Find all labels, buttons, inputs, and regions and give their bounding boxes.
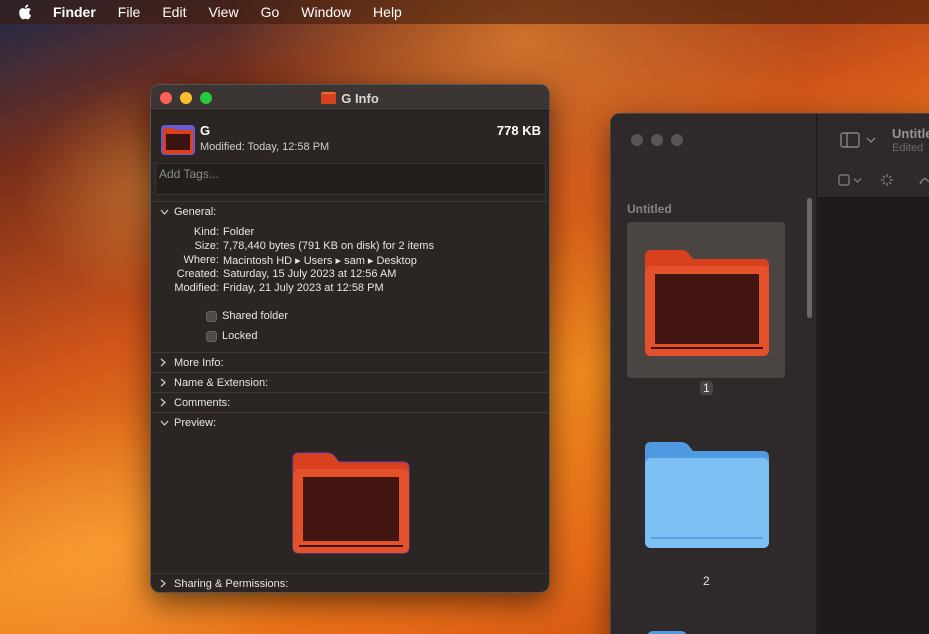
title-bar: G Info: [151, 85, 549, 111]
modified-summary: Modified: Today, 12:58 PM: [200, 141, 330, 153]
finder-sidebar: Untitled 1 2: [611, 114, 817, 634]
created-value: Saturday, 15 July 2023 at 12:56 AM: [223, 268, 397, 280]
kind-label: Kind:: [193, 226, 219, 238]
section-general[interactable]: General:: [151, 201, 549, 221]
locked-label: Locked: [222, 330, 258, 342]
document-canvas: [818, 198, 929, 634]
menu-bar: Finder File Edit View Go Window Help: [0, 0, 929, 24]
menu-window[interactable]: Window: [301, 4, 351, 20]
view-options-icon[interactable]: [838, 174, 850, 186]
folder-icon: [321, 92, 337, 104]
folder-icon: [161, 125, 195, 155]
page-label-2: 2: [703, 574, 710, 588]
finder-window-controls: [631, 134, 683, 146]
where-label: Where:: [183, 254, 219, 266]
chevron-right-icon: [160, 358, 170, 368]
page-label-1: 1: [700, 381, 713, 395]
where-value: Macintosh HD ▸ Users ▸ sam ▸ Desktop: [223, 255, 417, 267]
menu-help[interactable]: Help: [373, 4, 402, 20]
kind-value: Folder: [223, 226, 255, 238]
chevron-right-icon: [160, 398, 170, 408]
section-more-info-label: More Info:: [174, 356, 224, 369]
shared-folder-checkbox[interactable]: [206, 310, 217, 322]
size-label: Size:: [194, 240, 219, 252]
menu-edit[interactable]: Edit: [162, 4, 186, 20]
shared-folder-checkbox-row[interactable]: Shared folder: [206, 310, 288, 322]
chevron-down-icon[interactable]: [866, 136, 876, 144]
window-title-text: G Info: [341, 90, 379, 106]
locked-checkbox-row[interactable]: Locked: [206, 330, 257, 342]
window-title: G Info: [151, 85, 549, 111]
file-name: G: [200, 123, 211, 138]
finder-window: Untitled 1 2 Untitl Edited: [610, 113, 929, 634]
preview-folder-icon: [292, 452, 410, 554]
modified-value: Friday, 21 July 2023 at 12:58 PM: [223, 282, 384, 294]
apple-menu-icon[interactable]: [18, 4, 34, 20]
section-sharing-permissions[interactable]: Sharing & Permissions:: [151, 573, 549, 592]
section-name-extension[interactable]: Name & Extension:: [151, 372, 549, 392]
red-folder-icon: [645, 250, 769, 356]
shared-folder-label: Shared folder: [222, 310, 289, 322]
section-comments[interactable]: Comments:: [151, 392, 549, 412]
section-general-label: General:: [174, 205, 217, 218]
get-info-window: G Info G 778 KB Modified: Today, 12:58 P…: [150, 84, 550, 593]
markup-pen-icon[interactable]: [918, 172, 929, 186]
sparkle-icon[interactable]: [880, 173, 894, 187]
section-more-info[interactable]: More Info:: [151, 352, 549, 372]
blue-folder-icon[interactable]: [641, 438, 771, 550]
section-name-extension-label: Name & Extension:: [174, 376, 269, 389]
finder-close-button[interactable]: [631, 134, 643, 146]
finder-toolbar: Untitled Edited: [818, 114, 929, 198]
sidebar-toggle-icon[interactable]: [840, 132, 860, 148]
chevron-down-icon[interactable]: [853, 177, 862, 184]
finder-zoom-button[interactable]: [671, 134, 683, 146]
menu-go[interactable]: Go: [261, 4, 280, 20]
section-sharing-label: Sharing & Permissions:: [174, 577, 289, 590]
sidebar-scrollbar[interactable]: [807, 198, 812, 318]
created-label: Created:: [176, 268, 219, 280]
menu-file[interactable]: File: [118, 4, 141, 20]
finder-minimize-button[interactable]: [651, 134, 663, 146]
document-status: Edited: [892, 142, 924, 154]
section-preview-label: Preview:: [174, 416, 217, 429]
chevron-right-icon: [160, 378, 170, 388]
menu-view[interactable]: View: [208, 4, 238, 20]
chevron-down-icon: [160, 207, 170, 217]
sidebar-heading: Untitled: [627, 202, 672, 216]
modified-label: Modified:: [174, 282, 219, 294]
tags-input[interactable]: Add Tags...: [155, 163, 546, 195]
locked-checkbox[interactable]: [206, 330, 217, 342]
chevron-right-icon: [160, 579, 170, 589]
section-preview[interactable]: Preview:: [151, 412, 549, 432]
file-size: 778 KB: [496, 123, 541, 138]
section-comments-label: Comments:: [174, 396, 231, 409]
document-title: Untitled: [892, 126, 929, 141]
size-value: 7,78,440 bytes (791 KB on disk) for 2 it…: [223, 240, 434, 252]
menu-app-finder[interactable]: Finder: [53, 4, 96, 20]
chevron-down-icon: [160, 418, 170, 428]
